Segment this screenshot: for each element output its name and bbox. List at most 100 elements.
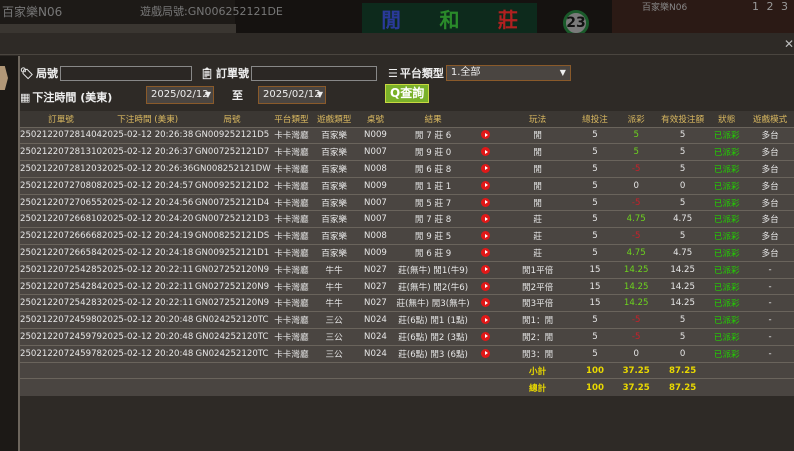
play-video-icon[interactable] (481, 281, 491, 291)
platform-select[interactable]: 1.全部 ▼ (445, 65, 571, 81)
table-cell: 已派彩 (707, 160, 747, 178)
table-cell: N027 (356, 294, 395, 312)
table-cell: 三公 (312, 344, 357, 363)
table-cell: 卡卡灣廳 (270, 126, 313, 144)
table-cell: 5 (575, 227, 615, 245)
background-game-view: 百家樂N06 遊戲局號:GN006252121DE 閒 和 莊 23 百家樂N0… (0, 0, 794, 36)
subtotal-row: 小計 100 37.25 87.25 (20, 361, 794, 379)
table-cell: 250212207281310 (20, 143, 103, 161)
play-video-icon[interactable] (481, 163, 491, 173)
play-video-icon[interactable] (481, 348, 491, 358)
table-cell: 閒 (499, 160, 576, 178)
play-video-icon[interactable] (481, 331, 491, 341)
empty-cell (471, 378, 500, 396)
column-header: 狀態 (707, 111, 747, 127)
play-video-icon[interactable] (481, 247, 491, 257)
table-cell: 閒2平倍 (499, 277, 576, 295)
table-cell: GN024252120TC (193, 328, 271, 346)
column-header: 玩法 (499, 111, 576, 127)
table-cell: 5 (657, 311, 708, 329)
table-cell: 已派彩 (707, 294, 747, 312)
date-from-select[interactable]: 2025/02/12 ▼ (146, 86, 214, 104)
empty-cell (102, 361, 194, 379)
table-cell: 2025-02-12 20:26:38 (102, 126, 194, 144)
table-cell: 0 (657, 176, 708, 195)
list-icon: ☰ (388, 66, 398, 80)
date-from-value: 2025/02/12 (151, 89, 209, 100)
empty-cell (394, 361, 472, 379)
table-cell: 5 (657, 193, 708, 211)
column-header: 總投注 (575, 111, 615, 127)
table-cell: 卡卡灣廳 (270, 193, 313, 211)
table-cell: - (746, 311, 794, 329)
video-replay-cell (471, 311, 500, 329)
column-header: 遊戲類型 (312, 111, 357, 127)
video-replay-cell (471, 277, 500, 295)
empty-cell (356, 378, 395, 396)
video-feed: 百家樂N06 1 2 3 (612, 0, 794, 33)
table-cell: 閒1：閒 (499, 311, 576, 329)
column-header: 局號 (193, 111, 271, 127)
table-cell: 已派彩 (707, 210, 747, 228)
bet-history-table: 訂單號 下注時間 (美東) 局號 平台類型 遊戲類型 桌號 結果 玩法 總投注 派彩 有效投注額 狀態… (20, 111, 794, 396)
column-header: 下注時間 (美東) (102, 111, 194, 127)
platform-label: 平台類型 (399, 67, 444, 80)
empty-cell (193, 361, 271, 379)
play-video-icon[interactable] (481, 298, 491, 308)
search-button[interactable]: Q查詢 (385, 83, 430, 103)
table-row: 250212207254283 2025-02-12 20:22:11 GN0272… (20, 294, 794, 312)
play-video-icon[interactable] (481, 231, 491, 241)
table-cell: 卡卡灣廳 (270, 160, 313, 178)
play-video-icon[interactable] (481, 214, 491, 224)
table-cell: 4.75 (614, 244, 658, 262)
play-video-icon[interactable] (481, 315, 491, 325)
table-row: 250212207266810 2025-02-12 20:24:20 GN0072… (20, 210, 794, 228)
table-cell: 250212207270655 (20, 193, 103, 211)
empty-cell (193, 378, 271, 396)
table-cell: 2025-02-12 20:26:37 (102, 143, 194, 161)
table-cell: 莊(無牛) 閒1(牛9) (394, 260, 472, 279)
play-video-icon[interactable] (481, 147, 491, 157)
empty-cell (270, 378, 313, 396)
order-input[interactable] (250, 65, 377, 81)
play-video-icon[interactable] (481, 180, 491, 190)
empty-cell (102, 378, 194, 396)
roadmap-player: 閒 (381, 8, 402, 32)
column-header: 派彩 (614, 111, 658, 127)
play-video-icon[interactable] (481, 197, 491, 207)
calendar-icon: ▦ (20, 90, 31, 104)
table-row: 250212207245978 2025-02-12 20:20:48 GN0242… (20, 344, 794, 363)
table-cell: 閒 (499, 193, 576, 211)
empty-cell (312, 378, 357, 396)
date-to-select[interactable]: 2025/02/12 ▼ (258, 86, 326, 104)
play-video-icon[interactable] (481, 130, 491, 140)
round-input[interactable] (59, 65, 192, 81)
table-cell: 百家樂 (312, 227, 357, 245)
table-cell: 多台 (746, 244, 794, 262)
close-icon[interactable]: ✕ (784, 37, 794, 51)
video-replay-cell (471, 294, 500, 312)
table-cell: 250212207254284 (20, 277, 103, 295)
side-edge (0, 56, 20, 451)
subtotal-cell: 87.25 (657, 361, 708, 379)
table-cell: 百家樂 (312, 244, 357, 262)
table-cell: 卡卡灣廳 (270, 260, 313, 279)
video-replay-cell (471, 260, 500, 279)
play-video-icon[interactable] (481, 264, 491, 274)
video-replay-cell (471, 126, 500, 144)
table-cell: 14.25 (657, 294, 708, 312)
table-cell: 多台 (746, 210, 794, 228)
table-cell: -5 (614, 160, 658, 178)
date-to-value: 2025/02/12 (263, 89, 321, 100)
table-cell: - (746, 344, 794, 363)
table-row: 250212207245980 2025-02-12 20:20:48 GN0242… (20, 311, 794, 329)
table-cell: 已派彩 (707, 260, 747, 279)
empty-cell (471, 361, 500, 379)
bet-history-modal: ✕ 🏷︎ 局號 📋︎ 訂單號 ☰ 平台類型 1.全部 ▼ ▦ 下注時間 (美東) … (0, 33, 794, 451)
table-cell: 卡卡灣廳 (270, 227, 313, 245)
side-tab[interactable] (0, 66, 8, 90)
table-cell: 250212207266668 (20, 227, 103, 245)
chevron-down-icon: ▼ (559, 68, 566, 77)
table-cell: 14.25 (614, 294, 658, 312)
subtotal-cell: 37.25 (614, 361, 658, 379)
